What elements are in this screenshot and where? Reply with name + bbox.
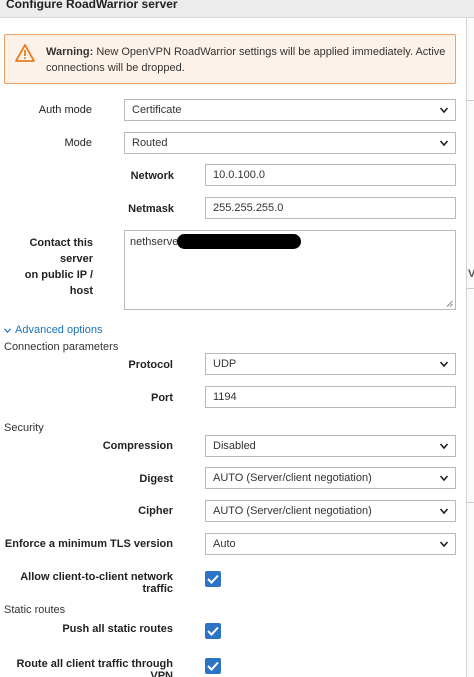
netmask-input[interactable]: 255.255.255.0	[205, 197, 456, 219]
dialog-header: Configure RoadWarrior server	[0, 0, 474, 18]
dialog-title: Configure RoadWarrior server	[6, 0, 178, 11]
digest-label: Digest	[139, 473, 173, 485]
network-label: Network	[130, 170, 174, 182]
edge-divider	[467, 288, 474, 289]
tls-version-value: Auto	[213, 538, 236, 550]
chevron-down-icon	[440, 443, 448, 450]
cipher-select[interactable]: AUTO (Server/client negotiation)	[205, 500, 456, 522]
cipher-value: AUTO (Server/client negotiation)	[213, 505, 372, 517]
client-to-client-checkbox[interactable]	[205, 571, 221, 587]
netmask-label: Netmask	[128, 203, 174, 215]
chevron-down-icon	[440, 475, 448, 482]
redaction-mark	[177, 234, 301, 249]
chevron-down-icon	[440, 361, 448, 368]
cipher-label: Cipher	[138, 505, 173, 517]
checkmark-icon	[207, 661, 219, 671]
background-window-edge: V	[466, 18, 474, 677]
push-routes-checkbox[interactable]	[205, 623, 221, 639]
contact-value: nethserver	[130, 236, 182, 248]
protocol-label: Protocol	[128, 359, 173, 371]
background-partial-text: V	[468, 268, 474, 280]
client-to-client-label: Allow client-to-client network traffic	[20, 571, 173, 595]
tls-version-label: Enforce a minimum TLS version	[4, 538, 173, 550]
protocol-select[interactable]: UDP	[205, 353, 456, 375]
compression-label: Compression	[102, 440, 173, 452]
warning-message: New OpenVPN RoadWarrior settings will be…	[46, 46, 446, 74]
mode-label: Mode	[64, 137, 92, 149]
checkmark-icon	[207, 574, 219, 584]
network-input[interactable]: 10.0.100.0	[205, 164, 456, 186]
warning-alert: Warning: New OpenVPN RoadWarrior setting…	[4, 34, 456, 84]
advanced-options-label: Advanced options	[15, 324, 103, 336]
security-heading: Security	[4, 422, 44, 434]
auth-mode-value: Certificate	[132, 104, 182, 116]
warning-triangle-icon	[15, 44, 35, 62]
resize-handle-icon[interactable]	[446, 300, 453, 307]
chevron-down-icon	[440, 508, 448, 515]
chevron-down-icon	[440, 107, 448, 114]
chevron-down-icon	[4, 327, 11, 333]
chevron-down-icon	[440, 541, 448, 548]
route-all-checkbox[interactable]	[205, 658, 221, 674]
protocol-value: UDP	[213, 358, 237, 370]
warning-prefix: Warning:	[46, 46, 94, 58]
port-value: 1194	[213, 391, 237, 403]
contact-label-line2: on public IP / host	[24, 269, 93, 297]
tls-version-select[interactable]: Auto	[205, 533, 456, 555]
contact-textarea[interactable]: nethserver	[124, 230, 456, 310]
static-routes-heading: Static routes	[4, 604, 66, 616]
mode-value: Routed	[132, 137, 168, 149]
port-input[interactable]: 1194	[205, 386, 456, 408]
warning-text: Warning: New OpenVPN RoadWarrior setting…	[46, 44, 446, 76]
mode-select[interactable]: Routed	[124, 132, 456, 154]
auth-mode-select[interactable]: Certificate	[124, 99, 456, 121]
compression-value: Disabled	[213, 440, 256, 452]
port-label: Port	[151, 392, 173, 404]
route-all-label: Route all client traffic through VPN	[16, 658, 173, 677]
chevron-down-icon	[440, 140, 448, 147]
edge-divider	[467, 100, 474, 101]
auth-mode-label: Auth mode	[38, 104, 92, 116]
edge-divider	[467, 502, 474, 503]
connection-parameters-heading: Connection parameters	[4, 341, 119, 353]
advanced-options-toggle[interactable]: Advanced options	[4, 324, 102, 336]
compression-select[interactable]: Disabled	[205, 435, 456, 457]
contact-label: Contact this server on public IP / host	[0, 235, 93, 299]
checkmark-icon	[207, 626, 219, 636]
push-routes-label: Push all static routes	[62, 623, 173, 635]
digest-value: AUTO (Server/client negotiation)	[213, 472, 372, 484]
netmask-value: 255.255.255.0	[213, 202, 284, 214]
network-value: 10.0.100.0	[213, 169, 265, 181]
contact-label-line1: Contact this server	[29, 237, 93, 265]
digest-select[interactable]: AUTO (Server/client negotiation)	[205, 467, 456, 489]
